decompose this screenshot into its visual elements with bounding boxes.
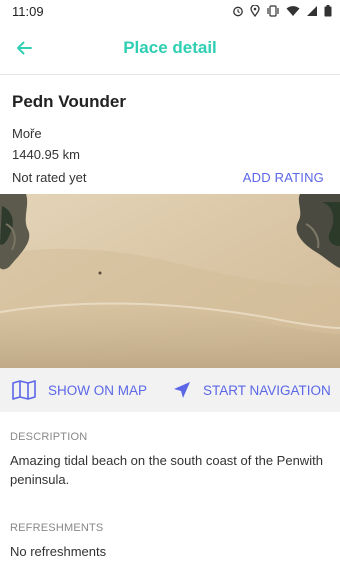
start-navigation-label: START NAVIGATION (203, 382, 331, 398)
rating-row: Not rated yet ADD RATING (12, 168, 324, 186)
refreshments-label: REFRESHMENTS (10, 522, 104, 534)
rating-status: Not rated yet (12, 169, 87, 185)
description-label: DESCRIPTION (10, 431, 88, 443)
add-rating-button[interactable]: ADD RATING (243, 170, 324, 185)
location-icon (250, 5, 260, 17)
description-text: Amazing tidal beach on the south coast o… (10, 453, 323, 487)
vibrate-icon (267, 5, 279, 17)
place-name: Pedn Vounder (12, 92, 126, 111)
refreshments-text: No refreshments (10, 544, 107, 559)
wifi-icon (286, 6, 300, 16)
navigation-arrow-icon (174, 382, 191, 398)
status-bar: 11:09 (0, 0, 340, 22)
page-title: Place detail (123, 38, 217, 57)
place-region: Moře (12, 126, 42, 141)
place-header: Pedn Vounder Moře 1440.95 km (12, 92, 328, 162)
place-distance: 1440.95 km (12, 147, 80, 162)
beach-aerial-image (0, 194, 340, 368)
status-icons (232, 5, 332, 17)
battery-icon (324, 5, 332, 17)
status-time: 11:09 (12, 3, 44, 19)
action-bar: SHOW ON MAP START NAVIGATION (0, 368, 340, 412)
start-navigation-button[interactable]: START NAVIGATION (173, 381, 331, 399)
map-icon (12, 380, 36, 400)
place-photo (0, 194, 340, 368)
alarm-icon (233, 6, 243, 17)
show-on-map-button[interactable]: SHOW ON MAP (12, 380, 147, 400)
description-section: DESCRIPTION Amazing tidal beach on the s… (10, 431, 328, 489)
app-bar: Place detail (0, 22, 340, 75)
signal-icon (307, 6, 317, 16)
show-on-map-label: SHOW ON MAP (48, 382, 148, 398)
refreshments-section: REFRESHMENTS No refreshments (10, 522, 328, 561)
